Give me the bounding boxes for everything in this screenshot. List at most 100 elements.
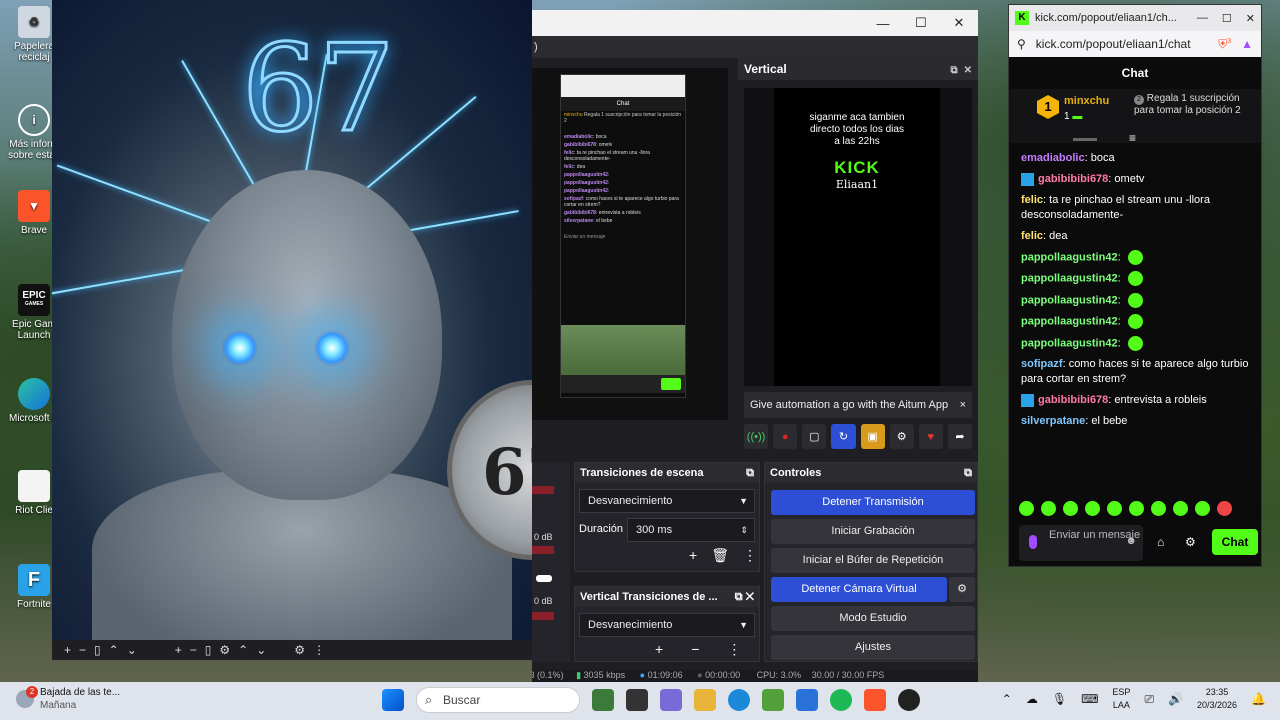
store-icon[interactable] <box>762 689 784 711</box>
chat-username[interactable]: pappollaagustin42 <box>1021 316 1118 328</box>
taskbar-search[interactable]: Buscar <box>416 687 580 713</box>
send-chat-button[interactable]: Chat <box>1212 529 1258 555</box>
spotify-icon[interactable] <box>830 689 852 711</box>
address-bar[interactable]: ⚲ kick.com/popout/eliaan1/chat ⛨3 ▲ <box>1009 31 1261 57</box>
microphone-icon[interactable]: 🎙 <box>1052 692 1067 706</box>
emote-icon[interactable] <box>1107 501 1122 516</box>
more-icon[interactable]: ⋮ <box>313 643 325 657</box>
microphone-icon[interactable] <box>1029 535 1037 549</box>
emote-icon[interactable] <box>1195 501 1210 516</box>
network-icon[interactable]: ⎚ <box>1144 692 1154 707</box>
transition-select[interactable]: Desvanecimiento ▼ <box>579 489 755 513</box>
chat-username[interactable]: silverpatane <box>1021 415 1085 427</box>
site-settings-icon[interactable]: ⚲ <box>1017 37 1026 51</box>
emote-icon[interactable] <box>1063 501 1078 516</box>
volume-icon[interactable]: 🔊 <box>1168 692 1183 706</box>
notifications-icon[interactable]: 🔔 <box>1251 692 1266 706</box>
stop-virtual-camera-button[interactable]: Detener Cámara Virtual <box>771 577 947 602</box>
stream-icon[interactable]: ((•)) <box>744 424 769 449</box>
collapse-icon[interactable]: ≡ <box>1129 131 1136 145</box>
virtual-camera-settings-button[interactable]: ⚙ <box>949 577 975 602</box>
remove-icon[interactable]: − <box>79 643 86 657</box>
move-up-icon[interactable]: ⌃ <box>238 643 248 657</box>
edge-icon[interactable] <box>728 689 750 711</box>
virtual-camera-icon[interactable]: ▣ <box>860 424 885 449</box>
emote-icon[interactable] <box>1217 501 1232 516</box>
gear-icon[interactable]: ⚙ <box>889 424 914 449</box>
float-icon[interactable]: ⧉ <box>950 65 957 76</box>
float-icon[interactable]: ⧉ <box>746 467 754 480</box>
record-icon[interactable]: ● <box>773 424 798 449</box>
close-icon[interactable]: ✕ <box>746 591 754 603</box>
more-icon[interactable]: ⋮ <box>727 641 741 658</box>
close-icon[interactable]: ✕ <box>1246 12 1255 25</box>
start-replay-buffer-button[interactable]: Iniciar el Búfer de Repetición <box>771 548 975 573</box>
trash-icon[interactable]: 🗑 <box>711 547 729 564</box>
drag-handle[interactable] <box>1073 138 1097 141</box>
vertical-transition-select[interactable]: Desvanecimiento ▼ <box>579 613 755 637</box>
share-icon[interactable]: ➦ <box>947 424 972 449</box>
aitum-banner[interactable]: Give automation a go with the Aitum App … <box>744 392 972 418</box>
chat-message-input[interactable]: Enviar un mensaje ☻ <box>1019 525 1143 561</box>
weather-widget[interactable]: 2 Bajada de las te... Mañana <box>16 686 120 712</box>
chat-username[interactable]: emadiabolic <box>1021 152 1085 164</box>
language-indicator[interactable]: ESP LAA <box>1112 686 1130 712</box>
filter-icon[interactable]: ⚙ <box>294 643 305 657</box>
chat-username[interactable]: pappollaagustin42 <box>1021 251 1118 263</box>
start-windows-icon[interactable] <box>382 689 404 711</box>
file-explorer-icon[interactable] <box>694 689 716 711</box>
chat-username[interactable]: felic <box>1021 194 1043 206</box>
studio-mode-button[interactable]: Modo Estudio <box>771 606 975 631</box>
duration-input[interactable]: 300 ms ⇕ <box>627 518 755 542</box>
emote-icon[interactable] <box>1019 501 1034 516</box>
move-up-icon[interactable]: ⌃ <box>109 643 119 657</box>
add-icon[interactable]: + <box>689 547 697 564</box>
chat-username[interactable]: pappollaagustin42 <box>1021 273 1118 285</box>
close-icon[interactable]: × <box>960 399 966 411</box>
chevron-up-icon[interactable]: ⌃ <box>1002 692 1012 706</box>
stop-icon[interactable]: ▢ <box>802 424 827 449</box>
copilot-icon[interactable] <box>660 689 682 711</box>
emoji-icon[interactable]: ☻ <box>1125 535 1137 547</box>
heart-icon[interactable]: ♥ <box>918 424 943 449</box>
maximize-icon[interactable]: ☐ <box>1222 12 1232 25</box>
stop-streaming-button[interactable]: Detener Transmisión <box>771 490 975 515</box>
add-icon[interactable]: + <box>655 641 663 658</box>
gift-icon[interactable]: ⌂ <box>1157 535 1164 549</box>
settings-button[interactable]: Ajustes <box>771 635 975 660</box>
task-view-icon[interactable] <box>626 689 648 711</box>
chat-username[interactable]: felic <box>1021 230 1043 242</box>
move-down-icon[interactable]: ⌄ <box>256 643 266 657</box>
minimize-icon[interactable]: — <box>1197 12 1208 25</box>
clock[interactable]: 23:35 20/3/2026 <box>1197 686 1237 712</box>
replay-icon[interactable]: ↻ <box>831 424 856 449</box>
close-icon[interactable]: ✕ <box>964 65 972 76</box>
emote-icon[interactable] <box>1173 501 1188 516</box>
properties-icon[interactable]: ▯ <box>94 643 101 657</box>
emote-icon[interactable] <box>1085 501 1100 516</box>
minimize-icon[interactable]: — <box>864 16 902 31</box>
emote-icon[interactable] <box>1151 501 1166 516</box>
add-icon[interactable]: + <box>64 643 71 657</box>
brave-icon[interactable] <box>864 689 886 711</box>
keyboard-icon[interactable]: ⌨ <box>1081 692 1098 706</box>
widgets-icon[interactable] <box>592 689 614 711</box>
float-icon[interactable]: ⧉ <box>735 591 743 603</box>
chat-username[interactable]: pappollaagustin42 <box>1021 294 1118 306</box>
close-icon[interactable]: ✕ <box>940 15 978 31</box>
brave-shield-icon[interactable]: ⛨3 <box>1218 37 1231 52</box>
add-icon[interactable]: + <box>175 643 182 657</box>
emote-icon[interactable] <box>1041 501 1056 516</box>
obs-icon[interactable] <box>898 689 920 711</box>
stepper-icon[interactable]: ⇕ <box>740 519 748 541</box>
chat-username[interactable]: gabibibibi678 <box>1038 394 1108 406</box>
onedrive-icon[interactable]: ☁ <box>1026 692 1038 706</box>
gear-icon[interactable]: ⚙ <box>219 643 230 657</box>
remove-icon[interactable]: − <box>190 643 197 657</box>
start-recording-button[interactable]: Iniciar Grabación <box>771 519 975 544</box>
maximize-icon[interactable]: ☐ <box>902 15 940 31</box>
remove-icon[interactable]: − <box>691 641 699 658</box>
properties-icon[interactable]: ▯ <box>205 643 212 657</box>
gear-icon[interactable]: ⚙ <box>1185 535 1196 549</box>
float-icon[interactable]: ⧉ <box>964 467 972 480</box>
